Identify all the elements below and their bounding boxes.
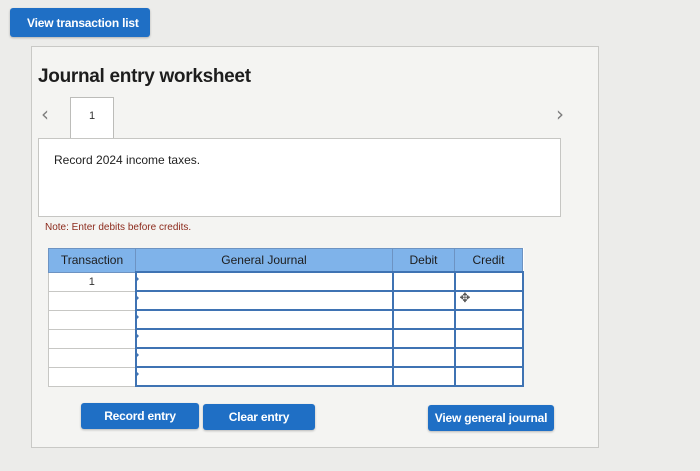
account-input[interactable] (134, 290, 394, 311)
dropdown-marker-icon (134, 332, 139, 340)
transaction-cell (48, 328, 136, 349)
tab-entry-1[interactable]: 1 (70, 97, 114, 139)
transaction-cell (48, 366, 136, 387)
column-header-transaction: Transaction (48, 248, 136, 273)
journal-entry-table: Transaction General Journal Debit Credit… (48, 248, 524, 387)
chevron-right-icon[interactable]: › (556, 102, 564, 126)
dropdown-marker-icon (134, 294, 139, 302)
record-entry-button[interactable]: Record entry (81, 403, 199, 429)
transaction-cell (48, 290, 136, 311)
column-header-general-journal: General Journal (135, 248, 393, 273)
transaction-cell: 1 (48, 271, 136, 292)
dropdown-marker-icon (134, 351, 139, 359)
table-row (48, 328, 524, 349)
dropdown-marker-icon (134, 370, 139, 378)
dropdown-marker-icon (134, 313, 139, 321)
credit-input[interactable] (453, 271, 524, 292)
debit-input[interactable] (391, 309, 456, 330)
credit-input[interactable]: ✥ (453, 290, 524, 311)
chevron-left-icon[interactable]: ‹ (41, 102, 49, 126)
entry-description-box: Record 2024 income taxes. (38, 138, 561, 217)
table-row: ✥ (48, 290, 524, 311)
page-title: Journal entry worksheet (38, 66, 251, 87)
view-transaction-list-button[interactable]: View transaction list (10, 8, 150, 37)
debit-input[interactable] (391, 328, 456, 349)
account-input[interactable] (134, 328, 394, 349)
account-input[interactable] (134, 309, 394, 330)
column-header-debit: Debit (392, 248, 455, 273)
column-header-credit: Credit (454, 248, 523, 273)
table-header-row: Transaction General Journal Debit Credit (48, 248, 523, 273)
account-input[interactable] (134, 271, 394, 292)
dropdown-marker-icon (134, 275, 139, 283)
table-row (48, 347, 524, 368)
debit-input[interactable] (391, 271, 456, 292)
account-input[interactable] (134, 347, 394, 368)
entry-note: Note: Enter debits before credits. (45, 222, 192, 233)
debit-input[interactable] (391, 366, 456, 387)
credit-input[interactable] (453, 328, 524, 349)
tab-label: 1 (88, 110, 96, 122)
table-row (48, 309, 524, 330)
debit-input[interactable] (391, 290, 456, 311)
entry-description: Record 2024 income taxes. (54, 153, 201, 167)
credit-input[interactable] (453, 309, 524, 330)
clear-entry-button[interactable]: Clear entry (203, 404, 315, 430)
journal-entry-worksheet-panel: Journal entry worksheet ‹ › 1 Record 202… (31, 46, 599, 448)
debit-input[interactable] (391, 347, 456, 368)
table-row: 1 (48, 271, 524, 292)
table-row (48, 366, 524, 387)
account-input[interactable] (134, 366, 394, 387)
transaction-cell (48, 309, 136, 330)
credit-input[interactable] (453, 347, 524, 368)
transaction-cell (48, 347, 136, 368)
view-general-journal-button[interactable]: View general journal (428, 405, 554, 431)
credit-input[interactable] (453, 366, 524, 387)
move-cursor-icon: ✥ (459, 291, 471, 306)
